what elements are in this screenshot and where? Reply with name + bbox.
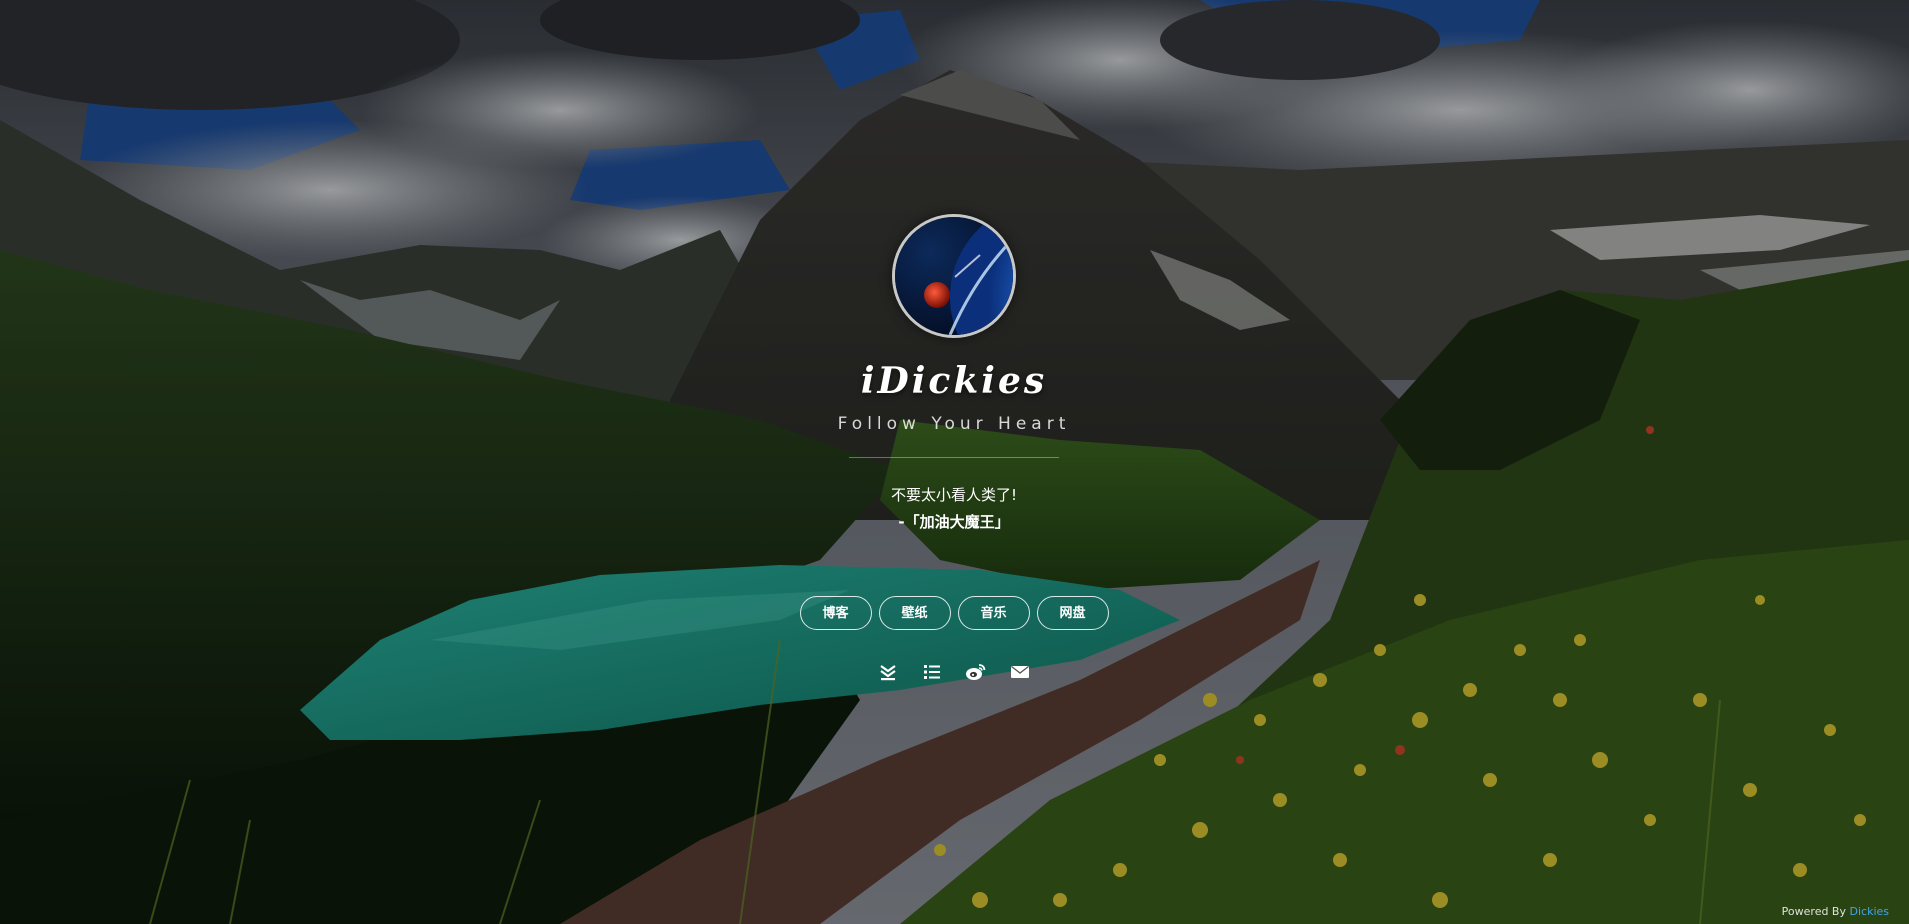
page: iDickies Follow Your Heart 不要太小看人类了! -「加… [0,0,1909,924]
nav-buttons: 博客 壁纸 音乐 网盘 [754,596,1154,630]
site-title: iDickies [860,360,1048,402]
footer-author-link[interactable]: Dickies [1850,905,1890,918]
nav-blog-button[interactable]: 博客 [799,596,872,630]
site-tagline: Follow Your Heart [837,414,1071,434]
footer-prefix: Powered By [1781,905,1850,918]
nav-cloud-drive-button[interactable]: 网盘 [1036,596,1109,630]
quote-block: 不要太小看人类了! -「加油大魔王」 [754,482,1154,536]
footer: Powered By Dickies [1782,905,1889,918]
social-icons [754,660,1154,684]
mail-icon[interactable] [1008,660,1032,684]
avatar[interactable] [892,214,1016,338]
layers-icon[interactable] [876,660,900,684]
profile-panel: iDickies Follow Your Heart 不要太小看人类了! -「加… [754,214,1154,684]
nav-music-button[interactable]: 音乐 [957,596,1030,630]
quote-text: 不要太小看人类了! [890,486,1017,504]
divider [849,457,1059,458]
nav-wallpaper-button[interactable]: 壁纸 [878,596,951,630]
weibo-icon[interactable] [964,660,988,684]
list-icon[interactable] [920,660,944,684]
quote-author: -「加油大魔王」 [898,513,1010,531]
planet-avatar-icon [895,217,1013,335]
